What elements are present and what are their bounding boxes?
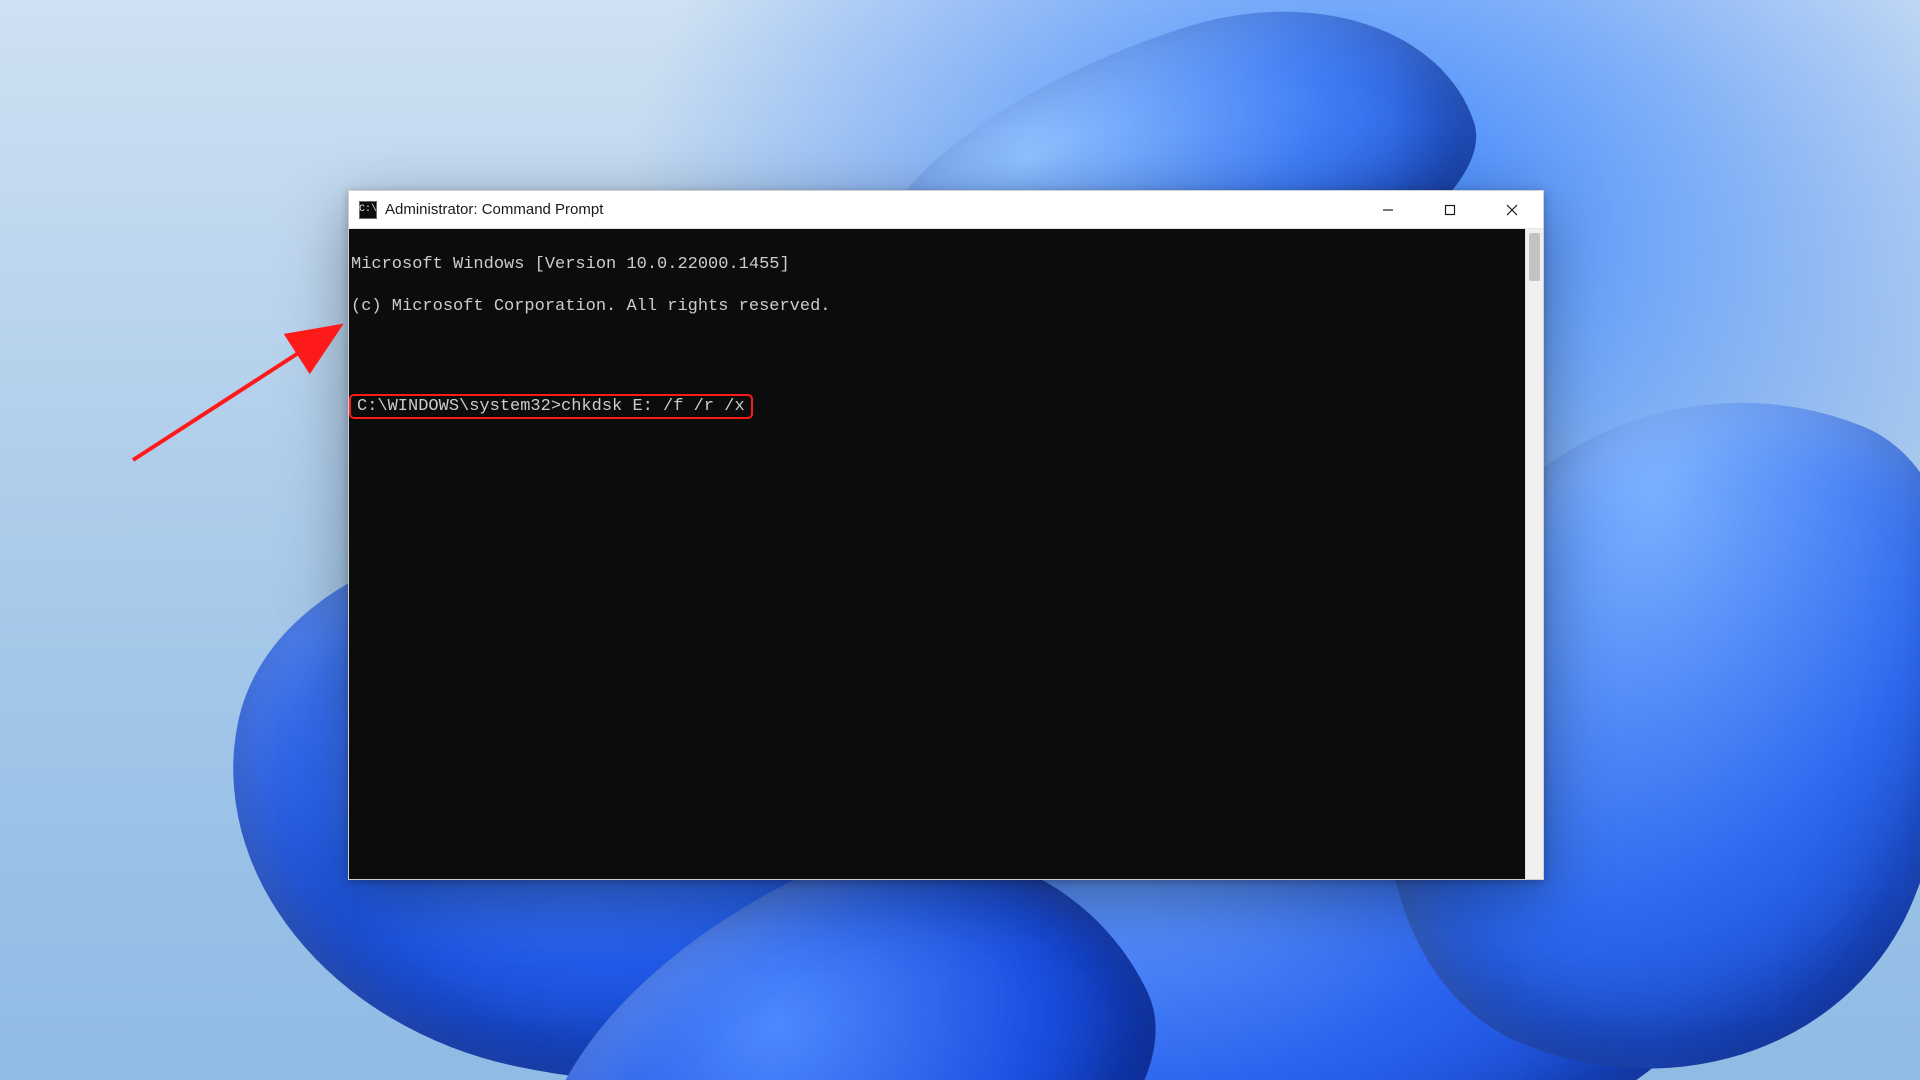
titlebar[interactable]: C:\ Administrator: Command Prompt [349, 191, 1543, 229]
window-controls [1357, 191, 1543, 228]
cmd-icon-glyph: C:\ [359, 205, 377, 215]
terminal-prompt-command: C:\WINDOWS\system32>chkdsk E: /f /r /x [357, 397, 745, 416]
maximize-icon [1444, 204, 1456, 216]
command-highlight-box: C:\WINDOWS\system32>chkdsk E: /f /r /x [349, 394, 753, 419]
scrollbar-thumb[interactable] [1529, 233, 1540, 281]
terminal-line-version: Microsoft Windows [Version 10.0.22000.14… [349, 254, 1525, 275]
terminal-blank-line [349, 338, 1525, 359]
close-button[interactable] [1481, 191, 1543, 228]
annotation-arrow [125, 312, 365, 472]
close-icon [1506, 204, 1518, 216]
vertical-scrollbar[interactable] [1525, 229, 1543, 879]
window-client-area: Microsoft Windows [Version 10.0.22000.14… [349, 229, 1543, 879]
cmd-icon: C:\ [359, 201, 377, 219]
minimize-button[interactable] [1357, 191, 1419, 228]
window-title: Administrator: Command Prompt [385, 201, 603, 218]
minimize-icon [1382, 204, 1394, 216]
desktop-background: C:\ Administrator: Command Prompt Micros… [0, 0, 1920, 1080]
terminal-output[interactable]: Microsoft Windows [Version 10.0.22000.14… [349, 229, 1525, 879]
terminal-line-copyright: (c) Microsoft Corporation. All rights re… [349, 296, 1525, 317]
command-prompt-window: C:\ Administrator: Command Prompt Micros… [348, 190, 1544, 880]
maximize-button[interactable] [1419, 191, 1481, 228]
